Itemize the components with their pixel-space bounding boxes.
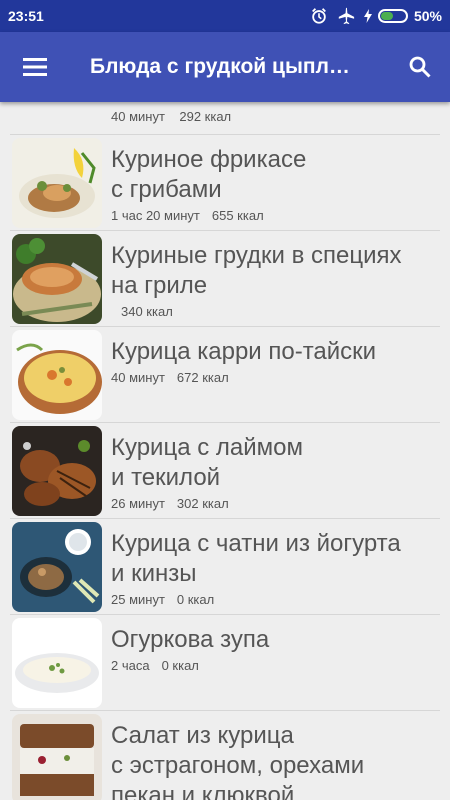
recipe-thumbnail (12, 234, 102, 324)
recipe-time: 40 минут (111, 109, 165, 124)
recipe-title-line: Куриное фрикасе (111, 146, 307, 173)
recipe-title: Салат из курица с эстрагоном, орехами пека… (111, 721, 436, 800)
recipe-kcal: 292 ккал (179, 109, 232, 124)
recipe-time: 25 минут (111, 592, 165, 607)
recipe-title-line: Курица с чатни из йогурта (111, 530, 401, 557)
recipe-title-line: и текилой (111, 464, 221, 491)
search-icon[interactable] (390, 32, 450, 102)
list-item[interactable]: Курица карри по-тайски 40 минут 672 ккал (10, 327, 440, 423)
battery-icon (377, 9, 408, 23)
recipe-title-line: на гриле (111, 272, 208, 299)
list-item[interactable]: Огуркова зупа 2 часа 0 ккал (10, 615, 440, 711)
list-item-partial[interactable]: 40 минут 292 ккал (10, 102, 440, 135)
recipe-thumbnail (12, 618, 102, 708)
recipe-thumbnail (12, 522, 102, 612)
list-item[interactable]: Куриные грудки в специях на гриле 340 ккал (10, 231, 440, 327)
recipe-title: Курица с чатни из йогурта и кинзы (111, 529, 436, 589)
recipe-title-line: Курица с лаймом (111, 434, 303, 461)
recipe-kcal: 0 ккал (176, 592, 215, 607)
recipe-title: Курица карри по-тайски (111, 337, 436, 367)
alarm-clock-icon (312, 8, 326, 24)
list-item[interactable]: Салат из курица с эстрагоном, орехами пека… (10, 711, 440, 800)
list-item[interactable]: Куриное фрикасе с грибами 1 час 20 минут 65… (10, 135, 440, 231)
recipe-kcal: 0 ккал (161, 658, 199, 673)
status-bar: 23:51 50% (0, 0, 450, 32)
recipe-time: 40 минут (111, 370, 165, 385)
recipe-thumbnail (12, 330, 102, 420)
recipe-time: 26 минут (111, 496, 165, 511)
recipe-list[interactable]: 40 минут 292 ккал Куриное фрикасе с гриба… (0, 102, 450, 800)
recipe-title: Куриное фрикасе с грибами (111, 145, 436, 205)
page-title: Блюда с грудкой цыпл… (90, 55, 350, 78)
charging-bolt-icon (363, 9, 372, 23)
status-time: 23:51 (8, 8, 44, 24)
app-bar: Блюда с грудкой цыпл… (0, 32, 450, 102)
hamburger-menu-icon[interactable] (0, 32, 70, 102)
battery-percent: 50% (413, 8, 442, 24)
recipe-title-line: и кинзы (111, 560, 197, 587)
recipe-time: 2 часа (111, 658, 150, 673)
recipe-title-line: Куриные грудки в специях (111, 242, 402, 269)
list-item[interactable]: Курица с чатни из йогурта и кинзы 25 минут… (10, 519, 440, 615)
recipe-title-line: с грибами (111, 176, 222, 203)
recipe-title-line: Огуркова зупа (111, 626, 270, 653)
recipe-kcal: 655 ккал (211, 208, 264, 223)
recipe-thumbnail (12, 138, 102, 228)
airplane-mode-icon (338, 7, 355, 25)
recipe-title-line: пекан и клюквой (111, 782, 295, 800)
recipe-kcal: 340 ккал (121, 304, 173, 319)
recipe-title-line: Салат из курица (111, 722, 294, 749)
recipe-thumbnail (12, 714, 102, 800)
recipe-title: Огуркова зупа (111, 625, 436, 655)
recipe-time: 1 час 20 минут (111, 208, 200, 223)
recipe-title-line: с эстрагоном, орехами (111, 752, 365, 779)
recipe-title: Куриные грудки в специях на гриле (111, 241, 436, 301)
recipe-kcal: 672 ккал (176, 370, 229, 385)
recipe-kcal: 302 ккал (176, 496, 229, 511)
list-item[interactable]: Курица с лаймом и текилой 26 минут 302 ккал (10, 423, 440, 519)
recipe-title-line: Курица карри по-тайски (111, 338, 377, 365)
recipe-title: Курица с лаймом и текилой (111, 433, 436, 493)
recipe-thumbnail (12, 426, 102, 516)
